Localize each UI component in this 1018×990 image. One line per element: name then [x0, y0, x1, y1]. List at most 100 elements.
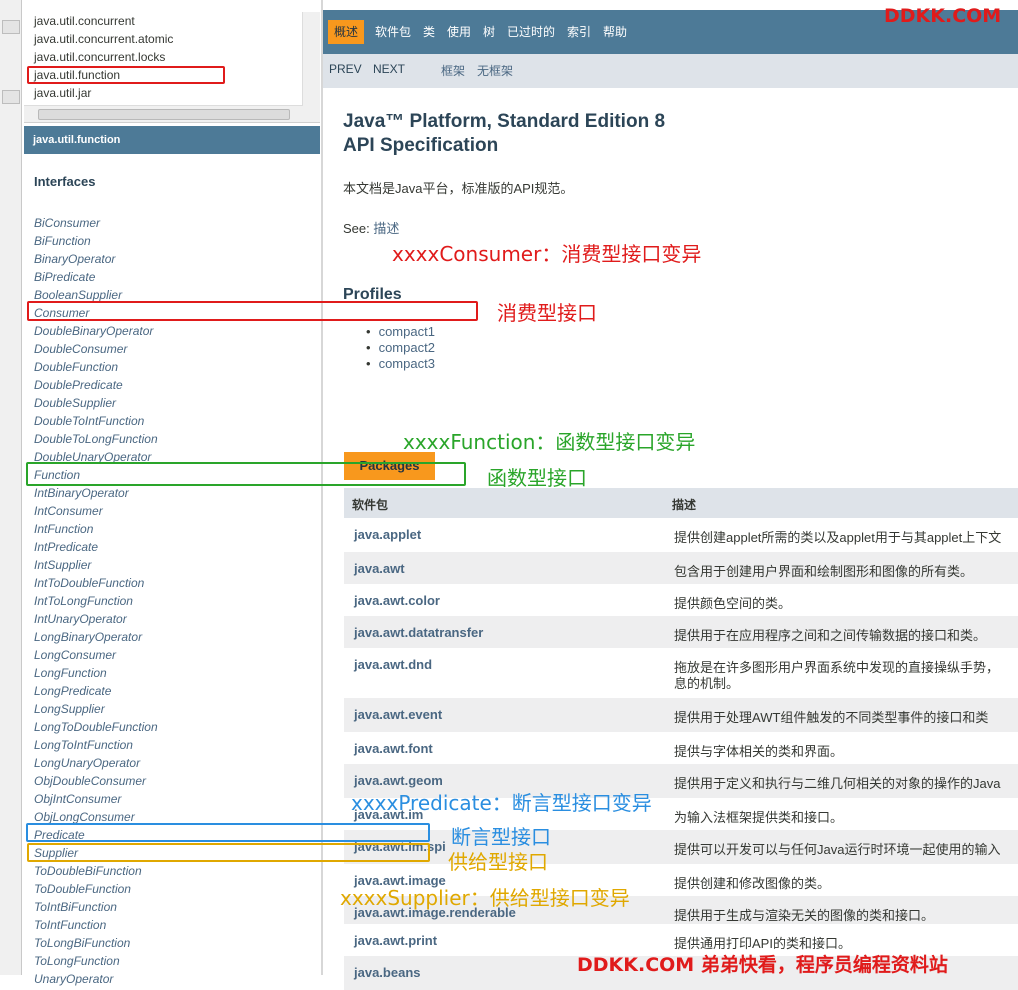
package-name-link[interactable]: java.awt.dnd [354, 657, 432, 672]
interface-link[interactable]: IntConsumer [34, 502, 314, 520]
package-name-link[interactable]: java.awt.datatransfer [354, 625, 483, 640]
tab-class[interactable]: 类 [423, 20, 435, 44]
tab-index[interactable]: 索引 [567, 20, 591, 44]
interface-link[interactable]: DoubleConsumer [34, 340, 314, 358]
next-link[interactable]: NEXT [373, 62, 405, 76]
frame-handle[interactable] [2, 20, 20, 34]
interface-link[interactable]: ToIntFunction [34, 916, 314, 934]
interface-link[interactable]: ToIntBiFunction [34, 898, 314, 916]
interface-link[interactable]: LongSupplier [34, 700, 314, 718]
tab-help[interactable]: 帮助 [603, 20, 627, 44]
highlight-box-java-util-function [27, 66, 225, 84]
watermark-bottom: DDKK.COM 弟弟快看，程序员编程资料站 [577, 954, 948, 976]
interface-link[interactable]: DoublePredicate [34, 376, 314, 394]
table-row: java.awt.font 提供与字体相关的类和界面。 [344, 732, 1018, 764]
interface-link[interactable]: LongFunction [34, 664, 314, 682]
prev-link[interactable]: PREV [329, 62, 362, 76]
tab-use[interactable]: 使用 [447, 20, 471, 44]
package-description: 提供可以开发可以与任何Java运行时环境一起使用的输入 [674, 842, 1001, 857]
frames-link[interactable]: 框架 [441, 62, 465, 79]
package-name-link[interactable]: java.awt.font [354, 741, 433, 756]
package-name-link[interactable]: java.awt.color [354, 593, 440, 608]
interface-link[interactable]: ToDoubleBiFunction [34, 862, 314, 880]
page-title: Java™ Platform, Standard Edition 8 API S… [343, 110, 665, 158]
horizontal-scrollbar[interactable] [24, 105, 303, 122]
table-header: 软件包 描述 [344, 488, 1018, 518]
interface-link[interactable]: IntToLongFunction [34, 592, 314, 610]
profile-link[interactable]: compact3 [366, 356, 435, 372]
interface-link[interactable]: IntToDoubleFunction [34, 574, 314, 592]
interface-link[interactable]: LongToIntFunction [34, 736, 314, 754]
frame-handle[interactable] [2, 90, 20, 104]
interface-link[interactable]: IntFunction [34, 520, 314, 538]
package-description: 提供创建和修改图像的类。 [674, 876, 831, 891]
column-header-package: 软件包 [352, 498, 389, 512]
interface-link[interactable]: DoubleSupplier [34, 394, 314, 412]
package-link[interactable]: java.util.concurrent.locks [34, 50, 165, 64]
no-frames-link[interactable]: 无框架 [477, 62, 513, 79]
interface-link[interactable]: ToLongFunction [34, 952, 314, 970]
scroll-thumb[interactable] [38, 109, 290, 120]
tab-overview[interactable]: 概述 [328, 20, 365, 44]
interface-link[interactable]: BiConsumer [34, 214, 314, 232]
page-title-line: API Specification [343, 135, 499, 156]
interface-link[interactable]: LongConsumer [34, 646, 314, 664]
interface-link[interactable]: DoubleBinaryOperator [34, 322, 314, 340]
package-name-link[interactable]: java.awt.event [354, 707, 442, 722]
tab-deprecated[interactable]: 已过时的 [507, 20, 555, 44]
interface-link[interactable]: IntBinaryOperator [34, 484, 314, 502]
interface-link[interactable]: LongBinaryOperator [34, 628, 314, 646]
package-description: 提供用于生成与渲染无关的图像的类和接口。 [674, 908, 935, 923]
frame-left-strip [0, 0, 22, 975]
interface-link[interactable]: BiPredicate [34, 268, 314, 286]
interface-link[interactable]: IntPredicate [34, 538, 314, 556]
interface-link[interactable]: ObjIntConsumer [34, 790, 314, 808]
interface-link[interactable]: ObjDoubleConsumer [34, 772, 314, 790]
vertical-scrollbar[interactable] [302, 12, 320, 122]
tab-package[interactable]: 软件包 [375, 20, 411, 44]
package-description: 提供与字体相关的类和界面。 [674, 744, 844, 759]
table-row: java.awt.event 提供用于处理AWT组件触发的不同类型事件的接口和类 [344, 698, 1018, 732]
interface-link[interactable]: UnaryOperator [34, 970, 314, 988]
see-label: See: [343, 221, 374, 236]
table-row: java.applet 提供创建applet所需的类以及applet用于与其app… [344, 518, 1018, 552]
interface-link[interactable]: BiFunction [34, 232, 314, 250]
interface-link[interactable]: ToLongBiFunction [34, 934, 314, 952]
table-row: java.awt.dnd 拖放是在许多图形用户界面系统中发现的直接操纵手势， 息的机… [344, 648, 1018, 698]
package-link[interactable]: java.util.concurrent [34, 14, 135, 28]
package-name-link[interactable]: java.awt.print [354, 933, 437, 948]
interface-link[interactable]: IntSupplier [34, 556, 314, 574]
interface-link[interactable]: BinaryOperator [34, 250, 314, 268]
interfaces-heading: Interfaces [34, 174, 96, 189]
package-name-link[interactable]: java.beans [354, 965, 421, 980]
profile-link[interactable]: compact2 [366, 340, 435, 356]
package-name-link[interactable]: java.awt [354, 561, 405, 576]
annotation-predicate-variant: xxxxPredicate：断言型接口变异 [351, 791, 652, 815]
package-name-link[interactable]: java.awt.geom [354, 773, 443, 788]
package-description: 包含用于创建用户界面和绘制图形和图像的所有类。 [674, 564, 974, 579]
description-link[interactable]: 描述 [373, 221, 399, 236]
package-link[interactable]: java.util.concurrent.atomic [34, 32, 173, 46]
interface-link[interactable]: DoubleFunction [34, 358, 314, 376]
annotation-consumer-variant: xxxxConsumer：消费型接口变异 [392, 242, 702, 266]
interface-link[interactable]: LongPredicate [34, 682, 314, 700]
interface-link[interactable]: LongUnaryOperator [34, 754, 314, 772]
tab-tree[interactable]: 树 [483, 20, 495, 44]
profiles-list: compact1 compact2 compact3 [366, 324, 435, 372]
interface-link[interactable]: IntUnaryOperator [34, 610, 314, 628]
interface-link[interactable]: LongToDoubleFunction [34, 718, 314, 736]
annotation-function: 函数型接口 [487, 466, 587, 490]
profile-link[interactable]: compact1 [366, 324, 435, 340]
annotation-consumer: 消费型接口 [497, 301, 597, 325]
package-description: 提供用于定义和执行与二维几何相关的对象的操作的Java [674, 776, 1001, 791]
highlight-box-function [26, 462, 466, 486]
page-title-line: Java™ Platform, Standard Edition 8 [343, 111, 666, 132]
interface-link[interactable]: DoubleToIntFunction [34, 412, 314, 430]
package-description: 为输入法框架提供类和接口。 [674, 810, 844, 825]
table-row: java.awt 包含用于创建用户界面和绘制图形和图像的所有类。 [344, 552, 1018, 584]
page-description: 本文档是Java平台，标准版的API规范。 [343, 181, 574, 196]
interface-link[interactable]: ToDoubleFunction [34, 880, 314, 898]
package-link[interactable]: java.util.jar [34, 86, 91, 100]
package-name-link[interactable]: java.applet [354, 527, 421, 542]
interface-link[interactable]: DoubleToLongFunction [34, 430, 314, 448]
